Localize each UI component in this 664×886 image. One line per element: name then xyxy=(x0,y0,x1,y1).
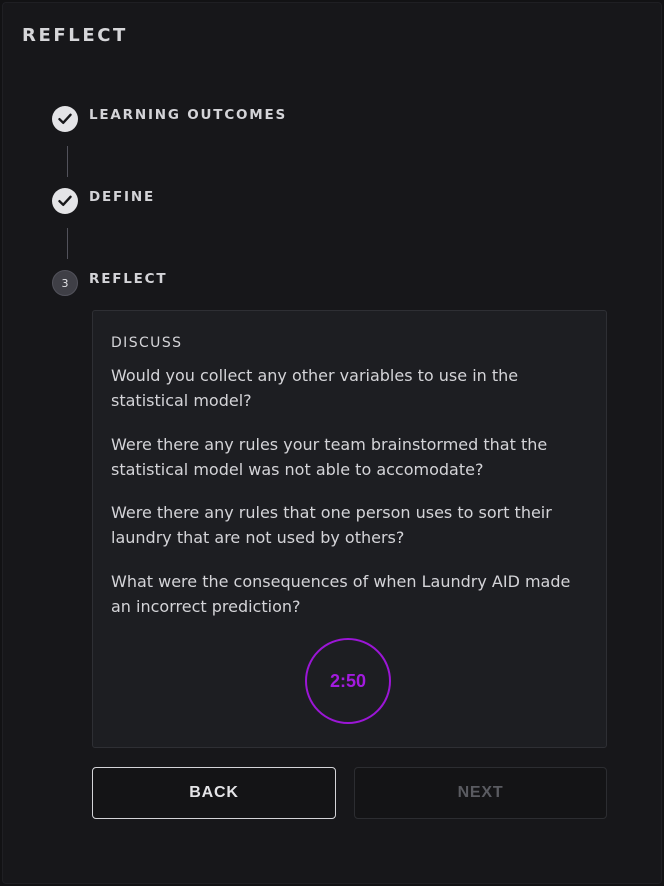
discuss-question: What were the consequences of when Laund… xyxy=(111,572,571,616)
step-label: DEFINE xyxy=(89,189,155,205)
back-button[interactable]: BACK xyxy=(92,767,336,819)
check-icon xyxy=(52,106,78,132)
countdown-timer: 2:50 xyxy=(305,638,391,724)
reflect-panel: REFLECT LEARNING OUTCOMES DEFINE 3 REFLE… xyxy=(2,2,662,884)
discuss-question: Would you collect any other variables to… xyxy=(111,366,519,410)
discuss-heading: DISCUSS xyxy=(111,335,183,351)
discuss-card: DISCUSS Would you collect any other vari… xyxy=(92,310,607,748)
check-icon xyxy=(52,188,78,214)
step-number-badge: 3 xyxy=(52,270,78,296)
page-title: REFLECT xyxy=(22,25,128,46)
step-connector xyxy=(67,228,68,259)
step-connector xyxy=(67,146,68,177)
discuss-question: Were there any rules that one person use… xyxy=(111,503,552,547)
step-label: REFLECT xyxy=(89,271,168,287)
next-button[interactable]: NEXT xyxy=(354,767,607,819)
discuss-question: Were there any rules your team brainstor… xyxy=(111,435,548,479)
step-label: LEARNING OUTCOMES xyxy=(89,107,288,123)
